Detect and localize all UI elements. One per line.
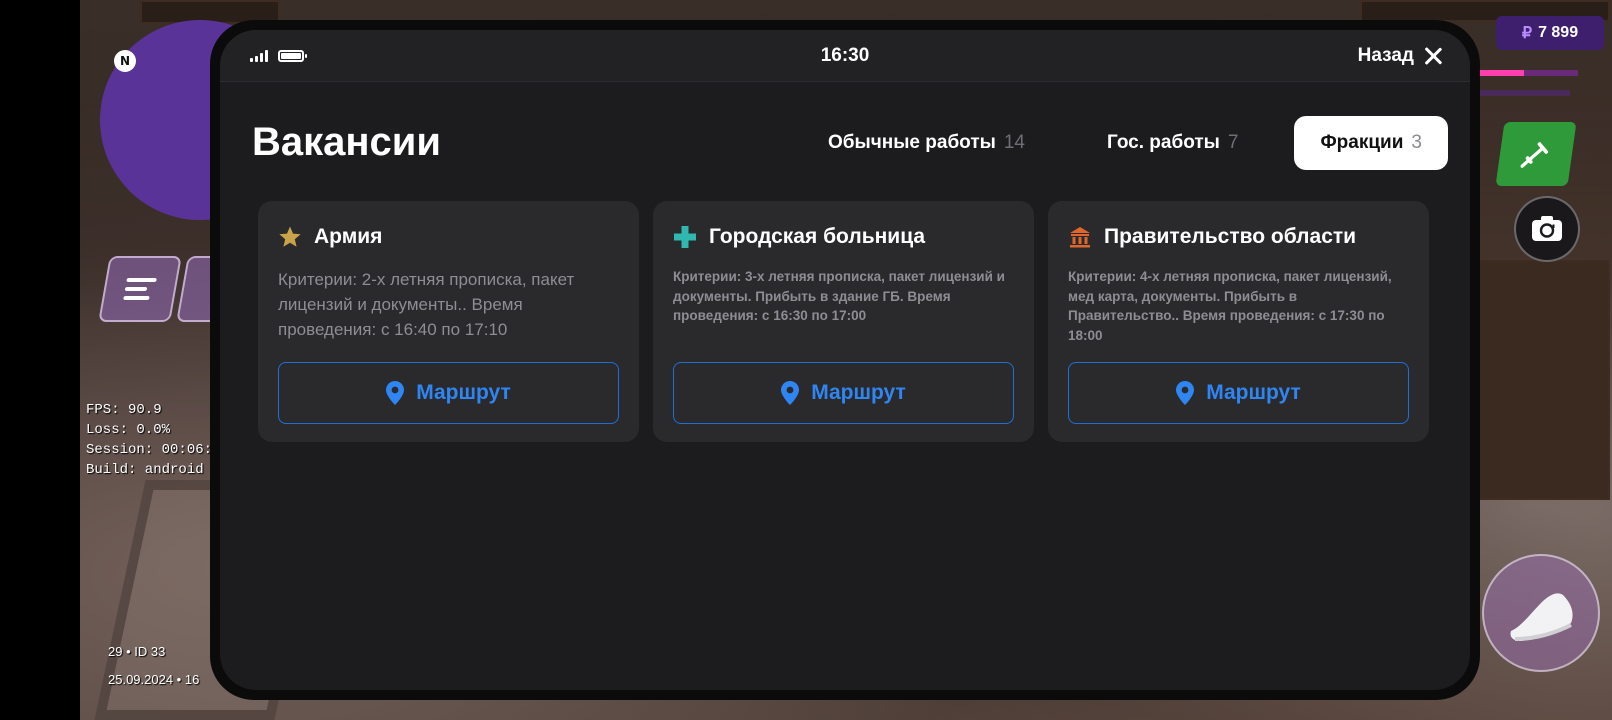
sprint-button[interactable] [1482,554,1600,672]
location-pin-icon [1176,381,1195,405]
location-pin-icon [781,381,800,405]
debug-build: Build: android g [86,462,221,478]
vacancy-card-army: Армия Критерии: 2-х летняя прописка, пак… [258,201,639,442]
phone-frame: 16:30 Назад Вакансии Обычные работы 14 Г… [210,20,1480,700]
date-line: 25.09.2024 • 16 [108,672,200,687]
route-button-label: Маршрут [1206,381,1301,404]
debug-session: Session: 00:06: [86,442,213,458]
vacancy-title: Армия [314,225,383,248]
vacancy-list: Армия Критерии: 2-х летняя прописка, пак… [258,201,1429,442]
camera-button[interactable] [1514,196,1580,262]
vacancy-card-government: Правительство области Критерии: 4-х летн… [1048,201,1429,442]
tab-factions[interactable]: Фракции 3 [1294,116,1448,170]
vacancy-title: Городская больница [709,225,926,248]
status-time: 16:30 [820,44,870,66]
tab-label: Гос. работы [1107,132,1220,153]
phone-screen: 16:30 Назад Вакансии Обычные работы 14 Г… [220,30,1470,690]
tab-count: 14 [1003,132,1025,153]
tab-count: 3 [1411,132,1422,153]
tab-government-jobs[interactable]: Гос. работы 7 [1081,116,1264,170]
medical-cross-icon [674,226,696,248]
tab-bar: Обычные работы 14 Гос. работы 7 Фракции … [802,116,1448,170]
vacancy-description: Критерии: 3-х летняя прописка, пакет лиц… [673,269,1005,323]
page-title: Вакансии [252,120,441,164]
currency-symbol: ₽ [1521,25,1533,42]
battery-icon [278,49,307,62]
location-pin-icon [386,381,405,405]
signal-icon [250,49,268,62]
star-icon [279,226,301,247]
vacancy-card-hospital: Городская больница Критерии: 3-х летняя … [653,201,1034,442]
weapon-button[interactable] [1495,122,1577,186]
government-building-icon [1070,227,1090,248]
close-icon [1424,47,1442,65]
route-button-label: Маршрут [811,381,906,404]
back-button[interactable]: Назад [1358,45,1442,67]
tab-label: Фракции [1320,132,1404,153]
vacancy-description: Критерии: 4-х летняя прописка, пакет лиц… [1068,269,1392,343]
vacancy-description: Критерии: 2-х летняя прописка, пакет лиц… [278,270,575,339]
route-button[interactable]: Маршрут [673,362,1014,424]
health-bar [1478,70,1578,76]
tab-regular-jobs[interactable]: Обычные работы 14 [802,116,1051,170]
debug-overlay: FPS: 90.9 Loss: 0.0% Session: 00:06: Bui… [86,400,220,480]
route-button[interactable]: Маршрут [278,362,619,424]
back-label: Назад [1357,44,1414,66]
menu-button[interactable] [98,256,182,322]
route-button-label: Маршрут [416,381,511,404]
camera-switch-icon [1532,216,1562,241]
compass-north-badge: N [114,50,136,72]
header: Вакансии Обычные работы 14 Гос. работы 7… [220,82,1470,202]
armor-bar [1478,90,1570,96]
weapon-icon [1520,142,1549,168]
route-button[interactable]: Маршрут [1068,362,1409,424]
debug-loss: Loss: 0.0% [86,422,171,438]
debug-fps: FPS: 90.9 [86,402,162,418]
status-bar: 16:30 Назад [220,30,1470,82]
sneaker-icon [1510,593,1573,641]
tab-count: 7 [1227,132,1239,153]
money-value: 7 899 [1538,24,1579,41]
menu-icon [122,273,158,305]
tab-label: Обычные работы [827,132,996,153]
player-id-line: 29 • ID 33 [108,644,166,659]
money-badge: ₽ 7 899 [1496,16,1604,50]
vacancy-title: Правительство области [1104,225,1357,248]
